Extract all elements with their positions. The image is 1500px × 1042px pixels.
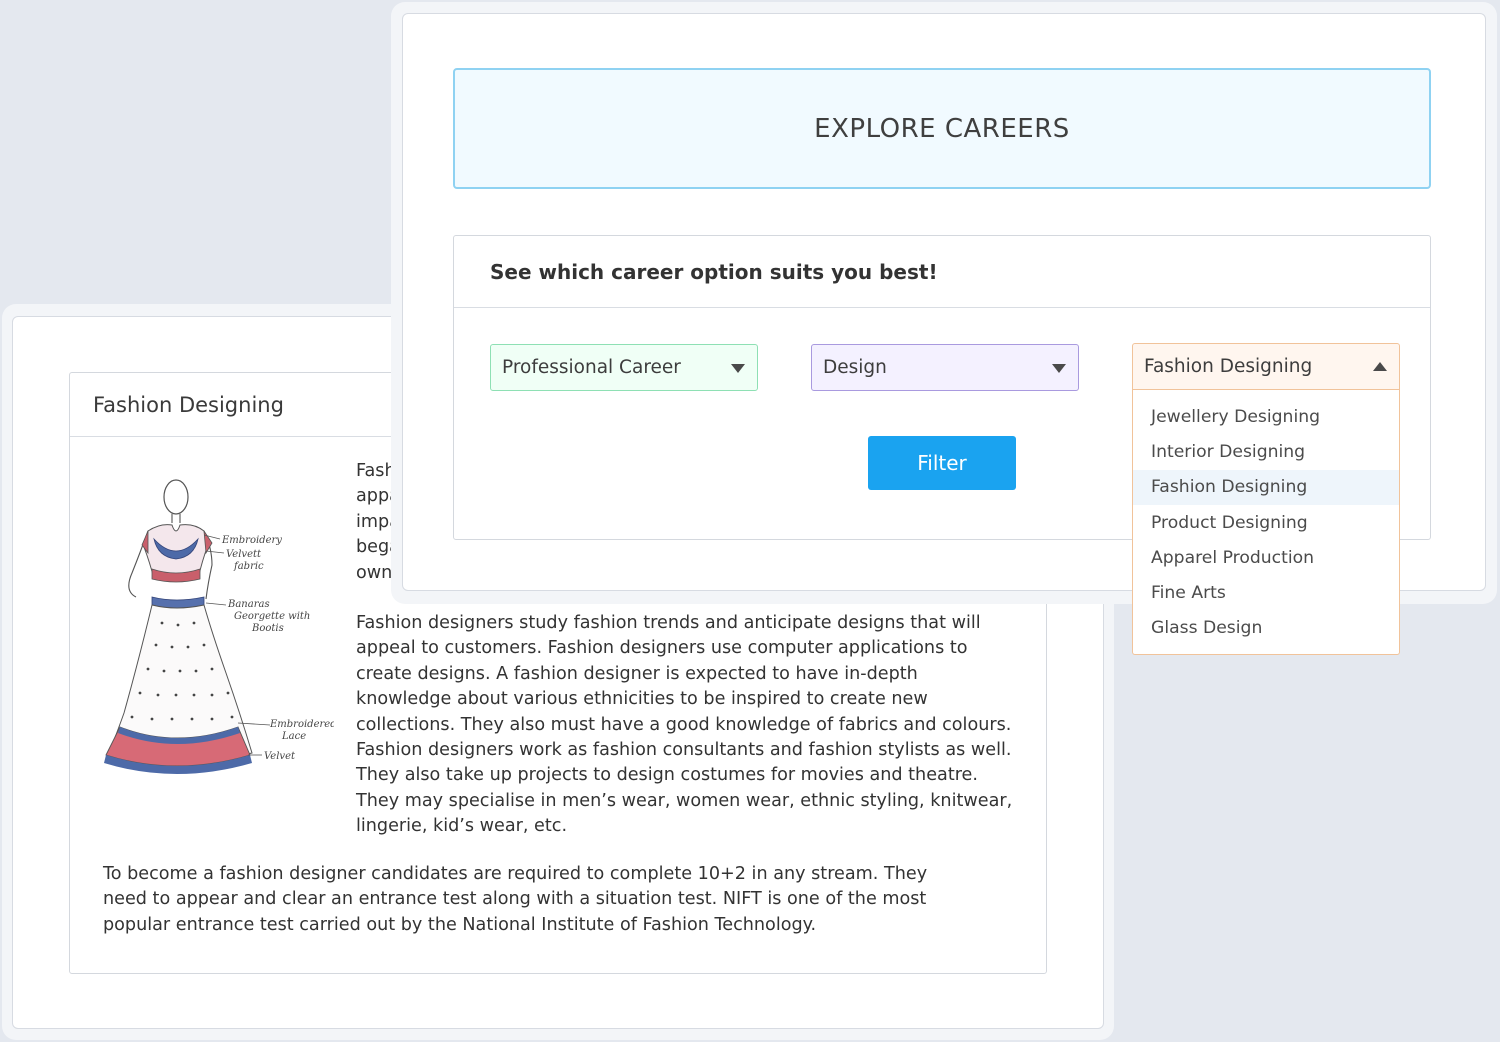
dropdown-option[interactable]: Product Designing	[1133, 505, 1399, 540]
lehenga-sketch-image: Embroidery Velvettfabric BanarasGeorgett…	[104, 479, 334, 774]
svg-text:Lace: Lace	[281, 731, 306, 742]
svg-text:Bootis: Bootis	[251, 623, 284, 634]
chevron-up-icon	[1373, 362, 1387, 371]
page-title: EXPLORE CAREERS	[814, 113, 1070, 144]
course-dropdown-menu: Jewellery Designing Interior Designing F…	[1132, 390, 1400, 655]
stream-select[interactable]: Design	[811, 344, 1079, 391]
dropdown-option[interactable]: Interior Designing	[1133, 434, 1399, 469]
svg-text:Georgette with: Georgette with	[234, 611, 310, 622]
sketch-label-embroidery: Embroidery	[221, 535, 282, 546]
svg-text:Velvet: Velvet	[264, 751, 296, 762]
career-type-value: Professional Career	[502, 357, 681, 378]
filter-card-title: See which career option suits you best!	[454, 236, 1430, 308]
career-description-paragraph: Fashion designers study fashion trends a…	[356, 613, 1013, 837]
svg-text:fabric: fabric	[233, 561, 264, 572]
course-select[interactable]: Fashion Designing	[1132, 343, 1400, 390]
dropdown-option[interactable]: Glass Design	[1133, 611, 1399, 646]
explore-careers-banner: EXPLORE CAREERS	[453, 68, 1431, 189]
dropdown-option-selected[interactable]: Fashion Designing	[1133, 469, 1399, 505]
dropdown-option[interactable]: Jewellery Designing	[1133, 399, 1399, 434]
stream-value: Design	[823, 357, 887, 378]
filter-button[interactable]: Filter	[868, 436, 1016, 490]
chevron-down-icon	[1052, 364, 1066, 373]
dropdown-option[interactable]: Fine Arts	[1133, 575, 1399, 610]
course-value: Fashion Designing	[1144, 356, 1313, 377]
career-type-select[interactable]: Professional Career	[490, 344, 758, 391]
career-eligibility-text: To become a fashion designer candidates …	[103, 864, 928, 935]
dropdown-option[interactable]: Apparel Production	[1133, 540, 1399, 575]
svg-text:Velvett: Velvett	[226, 549, 262, 560]
svg-text:Embroidered: Embroidered	[269, 719, 334, 730]
chevron-down-icon	[731, 364, 745, 373]
svg-text:Banaras: Banaras	[227, 599, 270, 610]
